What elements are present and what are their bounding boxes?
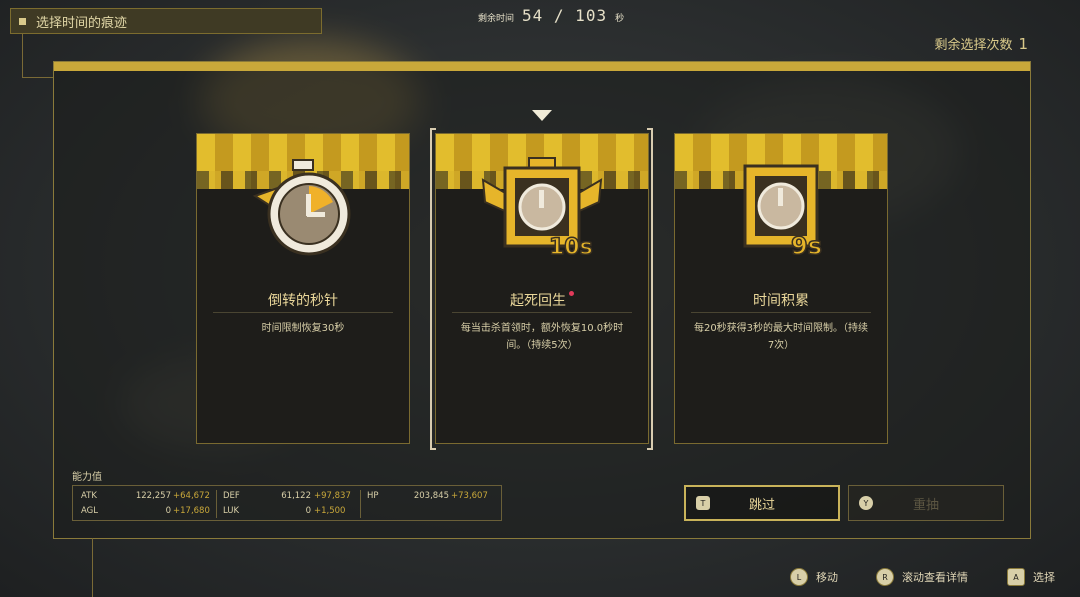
frame-connector <box>92 538 93 597</box>
hint-label: 移动 <box>816 571 838 584</box>
card-divider <box>213 312 393 313</box>
hint-label: 选择 <box>1033 571 1055 584</box>
reroll-button[interactable]: Y 重抽 <box>848 485 1004 521</box>
stat-key-hp: HP <box>367 491 379 501</box>
timer-label: 剩余时间 <box>478 14 515 24</box>
title-square-icon <box>19 17 26 25</box>
panel-top-band <box>54 62 1030 71</box>
stopwatch-icon <box>243 154 363 268</box>
timer-9s-icon: 9s <box>721 154 841 268</box>
stat-bonus-hp: +73,607 <box>451 491 488 501</box>
stat-bonus-atk: +64,672 <box>173 491 210 501</box>
card-title: 倒转的秒针 <box>268 293 338 309</box>
remaining-choices-label: 剩余选择次数 <box>934 38 1013 53</box>
timer-unit: 秒 <box>615 14 625 24</box>
choice-card[interactable]: 9s 时间积累 每20秒获得3秒的最大时间限制。（持续7次） <box>674 133 888 444</box>
choice-card-selected[interactable]: 10s 起死回生 每当击杀首领时，额外恢复10.0秒时间。（持续5次） <box>435 133 649 444</box>
l-stick-icon: L <box>790 568 808 586</box>
frame-connector <box>22 77 54 78</box>
stat-value-hp: 203,845 <box>413 491 449 501</box>
selection-arrow-icon <box>532 110 552 121</box>
hint-scroll-details: R 滚动查看详情 <box>876 568 968 586</box>
stats-box: ATK 122,257 +64,672 AGL 0 +17,680 DEF 61… <box>72 485 502 521</box>
y-key-icon: Y <box>859 496 873 510</box>
stats-separator <box>360 490 361 518</box>
card-description: 每当击杀首领时，额外恢复10.0秒时间。（持续5次） <box>460 323 624 351</box>
winged-timer-10s-icon: 10s <box>477 154 607 270</box>
frame-connector <box>22 34 23 78</box>
card-title-text: 起死回生 <box>510 293 566 309</box>
t-key-icon: T <box>696 496 710 510</box>
stats-label: 能力值 <box>72 472 102 483</box>
card-description: 时间限制恢复30秒 <box>261 323 345 334</box>
stats-separator <box>216 490 217 518</box>
stat-bonus-agl: +17,680 <box>173 506 210 516</box>
stat-bonus-luk: +1,500 <box>314 506 346 516</box>
stat-bonus-def: +97,837 <box>314 491 351 501</box>
stat-key-agl: AGL <box>81 506 98 516</box>
stat-value-def: 61,122 <box>281 491 311 501</box>
svg-text:9s: 9s <box>791 232 822 260</box>
r-stick-icon: R <box>876 568 894 586</box>
hint-move: L 移动 <box>790 568 838 586</box>
stat-key-atk: ATK <box>81 491 97 501</box>
new-indicator-dot <box>569 291 574 296</box>
remaining-choices-value: 1 <box>1018 35 1028 53</box>
stat-key-luk: LUK <box>223 506 240 516</box>
stat-value-agl: 0 <box>165 506 171 516</box>
skip-button-label: 跳过 <box>748 497 775 513</box>
card-title: 时间积累 <box>753 293 809 309</box>
card-divider <box>452 312 632 313</box>
screen-title: 选择时间的痕迹 <box>36 15 128 31</box>
hint-label: 滚动查看详情 <box>902 571 968 584</box>
stat-key-def: DEF <box>223 491 240 501</box>
remaining-choices: 剩余选择次数 1 <box>934 34 1028 53</box>
time-remaining: 剩余时间 54 / 103 秒 <box>478 6 624 25</box>
card-title: 起死回生 <box>436 290 648 310</box>
timer-value: 54 / 103 <box>522 6 608 25</box>
reroll-button-label: 重抽 <box>912 497 939 513</box>
stat-value-atk: 122,257 <box>135 491 171 501</box>
card-description: 每20秒获得3秒的最大时间限制。（持续7次） <box>693 323 869 351</box>
a-button-icon: A <box>1007 568 1025 586</box>
choice-card[interactable]: 倒转的秒针 时间限制恢复30秒 <box>196 133 410 444</box>
hint-select: A 选择 <box>1007 568 1055 586</box>
svg-text:10s: 10s <box>549 235 593 260</box>
screen-title-bar: 选择时间的痕迹 <box>10 8 322 34</box>
skip-button[interactable]: T 跳过 <box>684 485 840 521</box>
stat-value-luk: 0 <box>305 506 311 516</box>
card-divider <box>691 312 871 313</box>
